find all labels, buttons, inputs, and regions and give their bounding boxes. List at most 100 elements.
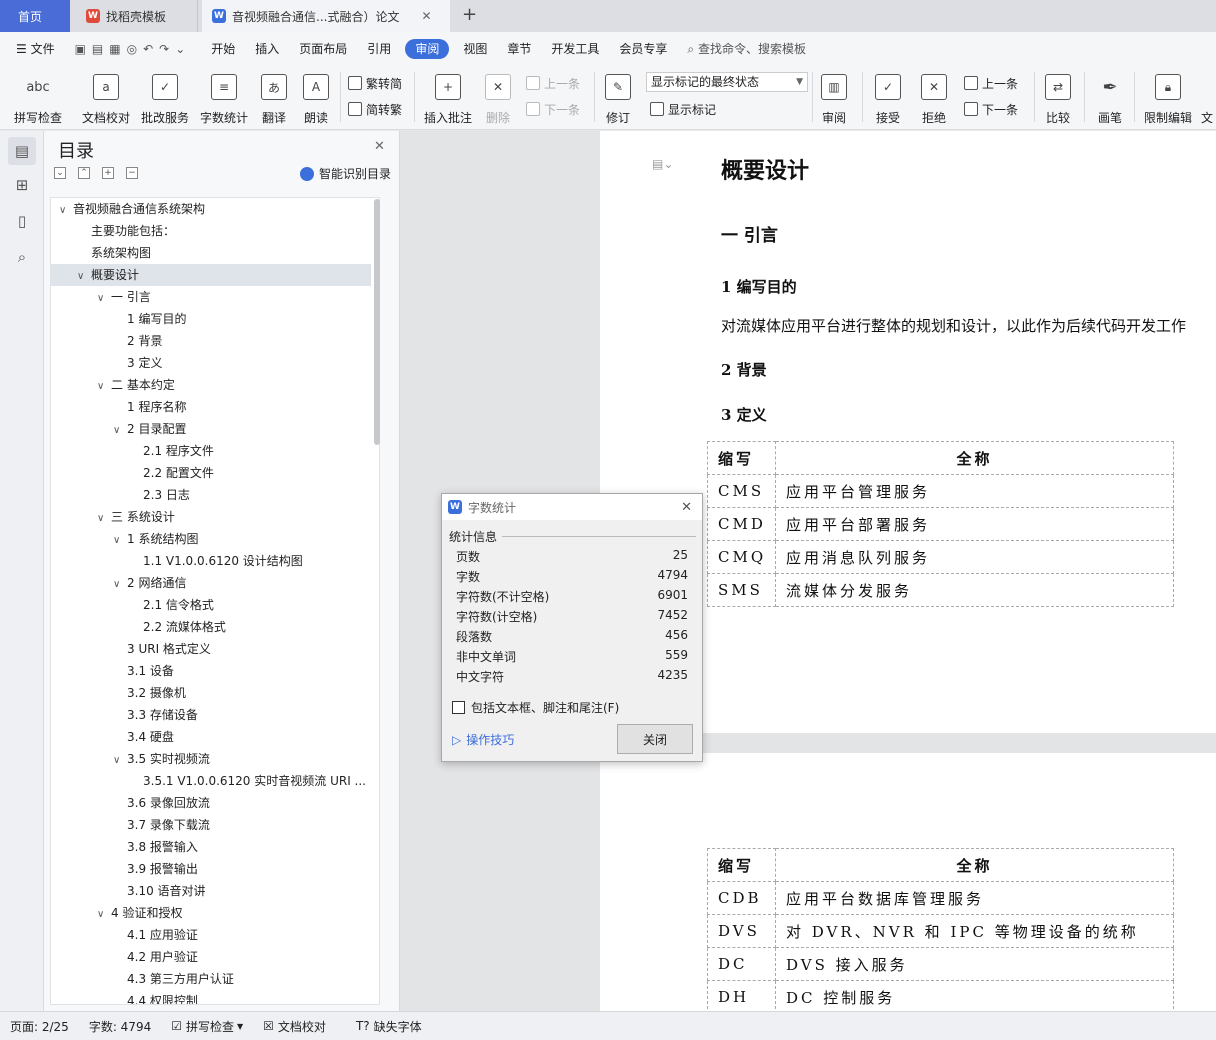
- chevron-down-icon[interactable]: ∨: [77, 266, 91, 288]
- toc-item[interactable]: 2.1 信令格式: [51, 594, 371, 616]
- close-button[interactable]: 关闭: [617, 724, 693, 754]
- toc-item[interactable]: 3.7 录像下载流: [51, 814, 371, 836]
- toc-item[interactable]: ∨ 2 目录配置: [51, 418, 371, 440]
- menu-member[interactable]: 会员专享: [609, 32, 677, 66]
- chevron-down-icon[interactable]: ∨: [113, 420, 127, 442]
- word-count-button[interactable]: ≡ 字数统计: [196, 70, 252, 126]
- spell-check-status[interactable]: ☑ 拼写检查 ▼: [161, 1018, 253, 1035]
- toc-item[interactable]: 主要功能包括：: [51, 220, 371, 242]
- simp-to-trad-button[interactable]: 简转繁: [348, 98, 402, 120]
- toc-item[interactable]: 3 URI 格式定义: [51, 638, 371, 660]
- reject-button[interactable]: ✕ 拒绝: [916, 70, 952, 126]
- toc-item[interactable]: 系统架构图: [51, 242, 371, 264]
- show-markup-button[interactable]: 显示标记: [650, 98, 716, 120]
- tab-template[interactable]: W 找稻壳模板: [74, 0, 198, 32]
- toc-item[interactable]: 2.1 程序文件: [51, 440, 371, 462]
- menu-insert[interactable]: 插入: [245, 32, 289, 66]
- toc-item[interactable]: 2 背景: [51, 330, 371, 352]
- chevron-down-icon[interactable]: ∨: [113, 530, 127, 552]
- outline-icon[interactable]: ⊞: [8, 171, 36, 199]
- delete-comment-button[interactable]: ✕ 删除: [480, 70, 516, 126]
- toc-item[interactable]: 1 程序名称: [51, 396, 371, 418]
- next-comment-button[interactable]: 下一条: [526, 98, 580, 120]
- tab-home[interactable]: 首页: [0, 0, 70, 32]
- tab-document[interactable]: W 音视频融合通信...式融合）论文 ✕: [202, 0, 450, 32]
- toc-item[interactable]: 3.2 摄像机: [51, 682, 371, 704]
- chevron-down-icon[interactable]: ∨: [113, 574, 127, 596]
- toc-item[interactable]: 4.4 权限控制: [51, 990, 371, 1004]
- page-indicator[interactable]: 页面: 2/25: [0, 1018, 79, 1035]
- toc-item[interactable]: ∨ 三 系统设计: [51, 506, 371, 528]
- chevron-down-icon[interactable]: ∨: [97, 904, 111, 926]
- toc-item[interactable]: 3.1 设备: [51, 660, 371, 682]
- batch-service-button[interactable]: ✓ 批改服务: [138, 70, 192, 126]
- chevron-down-icon[interactable]: ∨: [59, 200, 73, 222]
- toc-item[interactable]: ∨ 概要设计: [51, 264, 371, 286]
- document-protect-button[interactable]: 文: [1198, 70, 1216, 126]
- toc-list[interactable]: ∨ 音视频融合通信系统架构 主要功能包括： 系统架构图 ∨ 概要设计 ∨ 一 引言 1 编写目的…: [50, 197, 380, 1005]
- toc-item[interactable]: ∨ 4 验证和授权: [51, 902, 371, 924]
- toc-item[interactable]: ∨ 二 基本约定: [51, 374, 371, 396]
- toc-item[interactable]: 1.1 V1.0.0.6120 设计结构图: [51, 550, 371, 572]
- restrict-edit-button[interactable]: 🔒︎ 限制编辑: [1140, 70, 1196, 126]
- toc-item[interactable]: 3.3 存储设备: [51, 704, 371, 726]
- add-heading-icon[interactable]: +: [102, 167, 114, 179]
- toc-item[interactable]: 3.4 硬盘: [51, 726, 371, 748]
- menu-layout[interactable]: 页面布局: [289, 32, 357, 66]
- toc-item[interactable]: 3.5.1 V1.0.0.6120 实时音视频流 URI ...: [51, 770, 371, 792]
- menu-chapter[interactable]: 章节: [497, 32, 541, 66]
- include-textbox-checkbox[interactable]: 包括文本框、脚注和尾注(F): [452, 699, 619, 716]
- trad-to-simp-button[interactable]: 繁转简: [348, 72, 402, 94]
- chevron-down-icon[interactable]: ∨: [97, 376, 111, 398]
- toc-item[interactable]: 3.10 语音对讲: [51, 880, 371, 902]
- prev-change-button[interactable]: 上一条: [964, 72, 1018, 94]
- toc-item[interactable]: 2.2 流媒体格式: [51, 616, 371, 638]
- file-menu[interactable]: ☰ 文件: [0, 32, 65, 66]
- proofread-status[interactable]: ☒ 文档校对: [253, 1018, 336, 1035]
- toc-item[interactable]: ∨ 3.5 实时视频流: [51, 748, 371, 770]
- quick-access-icons[interactable]: ▣▤▦◎↶↷⌄: [65, 32, 202, 66]
- smart-toc-button[interactable]: 智能识别目录: [300, 165, 391, 182]
- prev-comment-button[interactable]: 上一条: [526, 72, 580, 94]
- toc-item[interactable]: 1 编写目的: [51, 308, 371, 330]
- new-tab-button[interactable]: +: [462, 4, 477, 25]
- review-pane-button[interactable]: ▥ 审阅: [816, 70, 852, 126]
- toc-item[interactable]: 2.2 配置文件: [51, 462, 371, 484]
- command-search[interactable]: ⌕ 查找命令、搜索模板: [677, 32, 816, 66]
- markup-state-select[interactable]: 显示标记的最终状态 ▼: [646, 72, 808, 92]
- toc-icon[interactable]: ▤: [8, 137, 36, 165]
- expand-up-icon[interactable]: ⌃: [78, 167, 90, 179]
- chevron-down-icon[interactable]: ∨: [97, 288, 111, 310]
- toc-item[interactable]: 3.9 报警输出: [51, 858, 371, 880]
- track-changes-button[interactable]: ✎ 修订: [600, 70, 636, 126]
- close-icon[interactable]: ✕: [374, 139, 385, 154]
- search-icon[interactable]: ⌕: [8, 243, 36, 271]
- remove-heading-icon[interactable]: −: [126, 167, 138, 179]
- menu-view[interactable]: 视图: [453, 32, 497, 66]
- toc-item[interactable]: ∨ 音视频融合通信系统架构: [51, 198, 371, 220]
- collapse-all-icon[interactable]: ⌄: [54, 167, 66, 179]
- close-icon[interactable]: ✕: [681, 500, 692, 515]
- document-page[interactable]: 缩写 全称 CDB 应用平台数据库管理服务 DVS 对 DVR、NVR 和 IPC 等物理…: [600, 753, 1216, 1014]
- toc-item[interactable]: 4.3 第三方用户认证: [51, 968, 371, 990]
- accept-button[interactable]: ✓ 接受: [870, 70, 906, 126]
- menu-review[interactable]: 审阅: [405, 39, 450, 59]
- close-icon[interactable]: ✕: [421, 9, 431, 23]
- toc-item[interactable]: 4.2 用户验证: [51, 946, 371, 968]
- proofread-button[interactable]: a 文档校对: [78, 70, 134, 126]
- compare-button[interactable]: ⇄ 比较: [1040, 70, 1076, 126]
- insert-comment-button[interactable]: + 插入批注: [420, 70, 476, 126]
- dialog-titlebar[interactable]: W 字数统计 ✕: [442, 494, 702, 520]
- pen-button[interactable]: ✒ 画笔: [1092, 70, 1128, 126]
- menu-reference[interactable]: 引用: [357, 32, 401, 66]
- toc-item[interactable]: ∨ 1 系统结构图: [51, 528, 371, 550]
- tips-link[interactable]: ▷ 操作技巧: [452, 731, 514, 748]
- chevron-down-icon[interactable]: ∨: [97, 508, 111, 530]
- missing-font-status[interactable]: T? 缺失字体: [346, 1018, 432, 1035]
- menu-start[interactable]: 开始: [201, 32, 245, 66]
- toc-item[interactable]: 4.1 应用验证: [51, 924, 371, 946]
- toc-item[interactable]: ∨ 一 引言: [51, 286, 371, 308]
- toc-item[interactable]: 3.8 报警输入: [51, 836, 371, 858]
- bookmark-icon[interactable]: ▯: [8, 207, 36, 235]
- word-count-status[interactable]: 字数: 4794: [79, 1018, 161, 1035]
